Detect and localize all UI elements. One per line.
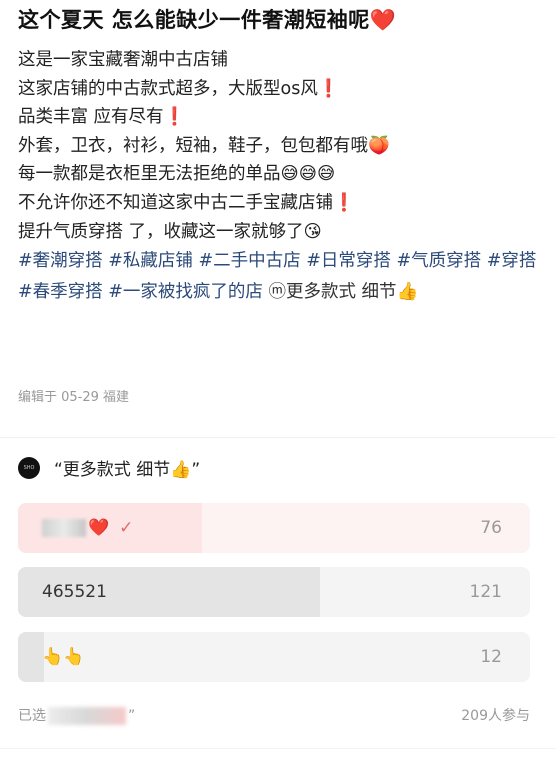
divider <box>0 437 556 438</box>
post-line: 这家店铺的中古款式超多，大版型os风❗ <box>18 78 340 99</box>
poll-option-count: 12 <box>480 647 502 667</box>
poll-title: “更多款式 细节👍” <box>54 460 201 480</box>
post-line: 这是一家宝藏奢潮中古店铺 <box>18 50 228 70</box>
poll-header: SHO “更多款式 细节👍” <box>18 455 200 480</box>
poll-option-fill <box>18 632 44 682</box>
poll-option-label: ❤️ ✓ <box>42 503 133 553</box>
post-line: 每一款都是衣柜里无法拒绝的单品😅😅😅 <box>18 164 336 185</box>
hashtag-link[interactable]: #春季穿搭 <box>18 282 103 302</box>
post-line: 提升气质穿搭 了，收藏这一家就够了😘 <box>18 221 322 242</box>
post-title: 这个夏天 怎么能缺少一件奢潮短袖呢❤️ <box>18 8 397 32</box>
selected-prefix: 已选 <box>18 708 46 724</box>
hashtag-list: #奢潮穿搭 #私藏店铺 #二手中古店 #日常穿搭 #气质穿搭 #穿搭 #春季穿搭… <box>18 246 538 308</box>
selected-suffix: ” <box>128 708 136 724</box>
poll-footer: 已选 ” <box>18 705 135 725</box>
hashtag-link[interactable]: #穿搭 <box>487 251 537 271</box>
blurred-text <box>48 707 126 725</box>
poll-option-count: 76 <box>480 518 502 538</box>
poll-option-label: 👆👆 <box>42 647 85 667</box>
hashtag-link[interactable]: #气质穿搭 <box>397 251 482 271</box>
hashtag-link[interactable]: #一家被找疯了的店 <box>108 282 263 302</box>
divider <box>0 748 556 749</box>
post-tail-text: 更多款式 细节👍 <box>286 282 419 303</box>
poll-option-1[interactable]: ❤️ ✓ 76 <box>18 503 530 553</box>
participant-count: 209人参与 <box>461 708 530 724</box>
hashtag-link[interactable]: #奢潮穿搭 <box>18 251 103 271</box>
post-line: 品类丰富 应有尽有❗ <box>18 107 186 128</box>
edit-meta: 编辑于 05-29 福建 <box>18 390 130 405</box>
poll-option-3[interactable]: 👆👆 12 <box>18 632 530 682</box>
heart-icon: ❤️ <box>88 518 110 538</box>
hashtag-link[interactable]: #二手中古店 <box>199 251 301 271</box>
poll-option-count: 121 <box>469 582 502 602</box>
hashtag-link[interactable]: #私藏店铺 <box>108 251 193 271</box>
check-icon: ✓ <box>119 518 134 538</box>
poll-option-2[interactable]: 465521 121 <box>18 567 530 617</box>
post-line: 外套，卫衣，衬衫，短袖，鞋子，包包都有哦🍑 <box>18 135 390 156</box>
blurred-text <box>42 519 86 537</box>
post-line: 不允许你还不知道这家中古二手宝藏店铺❗ <box>18 192 355 213</box>
poll-option-label: 465521 <box>42 582 107 602</box>
hashtag-link[interactable]: #日常穿搭 <box>306 251 391 271</box>
post-body: 这是一家宝藏奢潮中古店铺 这家店铺的中古款式超多，大版型os风❗ 品类丰富 应有… <box>18 46 538 308</box>
avatar[interactable]: SHO <box>18 456 40 479</box>
moment-icon: ⓜ <box>268 282 287 303</box>
